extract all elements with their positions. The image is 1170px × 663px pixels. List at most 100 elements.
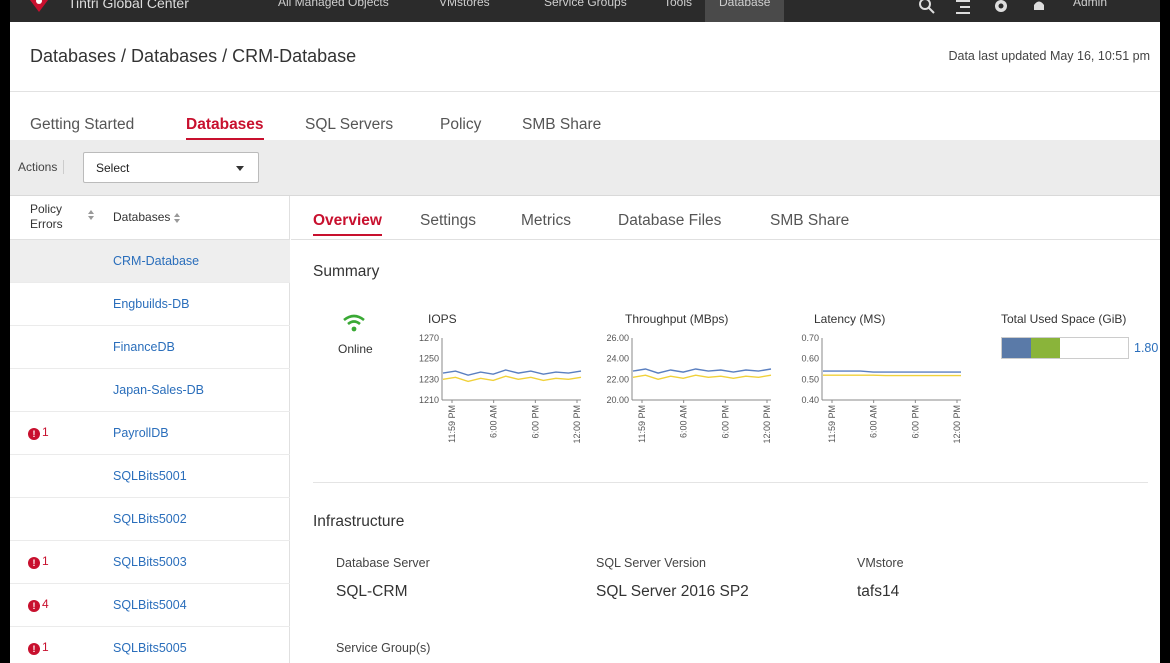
y-tick-label: 20.00 [606,395,629,405]
list-item[interactable]: ! 1 SQLBits5003 [10,541,290,584]
x-tick-label: 12:00 PM [572,405,582,444]
tab-database-files[interactable]: Database Files [618,212,721,230]
tintri-logo-icon [30,0,48,12]
actions-select[interactable]: Select [83,152,259,183]
list-item[interactable]: CRM-Database [10,240,290,283]
nav-service-groups[interactable]: Service Groups [544,0,627,9]
task-list-icon[interactable] [954,0,972,15]
nav-vmstores[interactable]: VMstores [439,0,490,9]
infrastructure-title: Infrastructure [313,513,405,530]
bell-icon[interactable] [1030,0,1048,15]
database-link[interactable]: SQLBits5001 [113,469,187,483]
y-tick-label: 0.40 [801,395,819,405]
actions-select-value: Select [96,161,130,175]
error-icon: ! [28,643,40,655]
page-header: Databases / Databases / CRM-Database Dat… [10,22,1160,92]
actions-bar: Actions Select [10,140,1160,196]
tab-settings[interactable]: Settings [420,212,476,230]
throughput-title: Throughput (MBps) [625,312,729,326]
nav-all-managed-objects[interactable]: All Managed Objects [278,0,389,9]
user-menu[interactable]: Admin [1073,0,1107,9]
chevron-down-icon [236,166,244,171]
vmstore-value: tafs14 [857,583,900,600]
x-tick-label: 6:00 AM [679,405,689,438]
database-link[interactable]: Japan-Sales-DB [113,383,204,397]
used-space-value[interactable]: 1.80 [1134,341,1158,355]
y-tick-label: 24.00 [606,354,629,364]
tab-policy[interactable]: Policy [440,116,481,134]
gear-icon[interactable] [992,0,1010,15]
y-tick-label: 26.00 [606,333,629,343]
database-server-label: Database Server [336,556,430,570]
x-tick-label: 6:00 PM [530,405,540,439]
x-tick-label: 6:00 PM [720,405,730,439]
database-link[interactable]: SQLBits5002 [113,512,187,526]
list-item[interactable]: ! 1 PayrollDB [10,412,290,455]
error-icon: ! [28,600,40,612]
main-tabs: Getting Started Databases SQL Servers Po… [10,92,1160,140]
series-line [823,370,961,373]
list-item[interactable]: ! 1 SQLBits5005 [10,627,290,663]
error-count-value: 1 [42,640,49,654]
y-tick-label: 22.00 [606,374,629,384]
policy-error-count[interactable]: ! 4 [28,597,49,612]
error-count-value: 1 [42,425,49,439]
list-item[interactable]: Japan-Sales-DB [10,369,290,412]
database-link[interactable]: FinanceDB [113,340,175,354]
y-tick-label: 0.50 [801,374,819,384]
top-navigation: Tintri Global Center All Managed Objects… [10,0,1160,22]
tab-smb-share[interactable]: SMB Share [522,116,601,134]
last-updated-text: Data last updated May 16, 10:51 pm [948,49,1150,63]
tab-getting-started[interactable]: Getting Started [30,116,134,134]
service-groups-label: Service Group(s) [336,641,431,655]
list-item[interactable]: SQLBits5001 [10,455,290,498]
error-count-value: 4 [42,597,49,611]
tab-databases[interactable]: Databases [186,116,264,140]
tab-overview[interactable]: Overview [313,212,382,236]
y-tick-label: 0.70 [801,333,819,343]
database-link[interactable]: PayrollDB [113,426,169,440]
nav-tools[interactable]: Tools [664,0,692,9]
y-tick-label: 1230 [419,374,439,384]
x-tick-label: 11:59 PM [447,405,457,443]
y-tick-label: 0.60 [801,354,819,364]
nav-database[interactable]: Database [705,0,785,22]
series-line [632,374,772,381]
breadcrumb[interactable]: Databases / Databases / CRM-Database [30,46,356,67]
used-space-bar [1001,337,1129,359]
list-item[interactable]: Engbuilds-DB [10,283,290,326]
database-server-value: SQL-CRM [336,583,408,600]
tab-metrics[interactable]: Metrics [521,212,571,230]
database-link[interactable]: SQLBits5004 [113,598,187,612]
policy-error-count[interactable]: ! 1 [28,425,49,440]
database-link[interactable]: SQLBits5005 [113,641,187,655]
list-item[interactable]: FinanceDB [10,326,290,369]
search-icon[interactable] [918,0,936,15]
throughput-chart: 26.00 24.00 22.00 20.00 11:59 PM 6:00 AM 6:00 … [606,333,772,444]
x-tick-label: 6:00 AM [869,405,879,438]
sort-icon[interactable] [88,210,95,220]
database-list-panel: Policy Errors Databases CRM-Database Engb… [10,196,290,663]
database-link[interactable]: SQLBits5003 [113,555,187,569]
tab-sql-servers[interactable]: SQL Servers [305,116,393,134]
tab-smb-share-detail[interactable]: SMB Share [770,212,849,230]
policy-error-count[interactable]: ! 1 [28,640,49,655]
series-line [442,375,582,383]
sql-version-value: SQL Server 2016 SP2 [596,583,749,600]
actions-label: Actions [18,160,65,174]
databases-header[interactable]: Databases [113,210,181,224]
policy-errors-header[interactable]: Policy Errors [30,202,70,232]
used-space-segment-2 [1031,338,1060,358]
x-tick-label: 11:59 PM [827,405,837,443]
database-link[interactable]: CRM-Database [113,254,199,268]
list-item[interactable]: SQLBits5002 [10,498,290,541]
database-link[interactable]: Engbuilds-DB [113,297,189,311]
policy-error-count[interactable]: ! 1 [28,554,49,569]
y-tick-label: 1270 [419,333,439,343]
x-tick-label: 6:00 AM [489,405,499,438]
y-tick-label: 1250 [419,354,439,364]
sql-version-label: SQL Server Version [596,556,707,570]
list-item[interactable]: ! 4 SQLBits5004 [10,584,290,627]
database-list-header: Policy Errors Databases [10,196,290,240]
series-line [442,369,582,376]
